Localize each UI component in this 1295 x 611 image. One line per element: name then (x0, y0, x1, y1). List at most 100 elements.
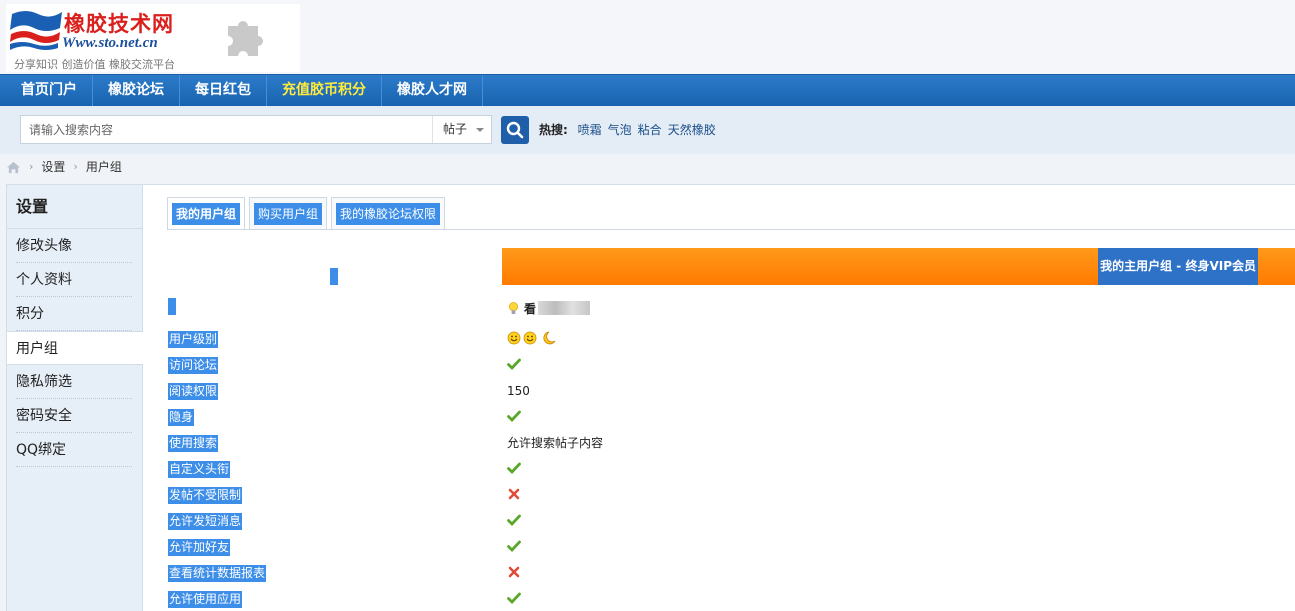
tab[interactable]: 购买用户组 (249, 197, 328, 229)
tab[interactable]: 我的用户组 (167, 197, 246, 229)
permission-value: 150 (507, 384, 530, 398)
breadcrumb: › 设置 › 用户组 (6, 156, 122, 178)
main-nav: 首页门户 橡胶论坛 每日红包 充值胶币积分 橡胶人才网 (0, 74, 1295, 106)
main-content: 我的用户组 购买用户组 我的橡胶论坛权限 我的主用户组 - 终身VIP会员 看 用户… (143, 184, 1295, 611)
nav-item[interactable]: 首页门户 (6, 75, 93, 106)
lightbulb-icon (509, 301, 518, 314)
hot-search-term[interactable]: 气泡 (608, 123, 632, 137)
check-icon (507, 462, 521, 475)
permission-label: 允许发短消息 (168, 513, 243, 530)
permission-row: 允许加好友 (167, 535, 1167, 561)
puzzle-icon (228, 21, 263, 56)
tab-label: 我的用户组 (172, 203, 241, 225)
hot-search-term[interactable]: 喷霜 (578, 123, 602, 137)
sidebar-item[interactable]: 修改头像 (7, 229, 142, 263)
permission-row: 隐身 (167, 405, 1167, 431)
chevron-down-icon (476, 128, 484, 132)
settings-sidebar: 设置 修改头像 个人资料 积分 用户组 隐私筛选 密码安全 QQ绑定 (6, 184, 143, 611)
logo-slogan: 分享知识 创造价值 橡胶交流平台 (14, 58, 175, 71)
permission-value (507, 357, 521, 374)
logo-url: Www.sto.net.cn (62, 35, 158, 51)
permission-value: 允许搜索帖子内容 (507, 436, 604, 450)
permission-value (507, 487, 521, 504)
search-type-select[interactable]: 帖子 (432, 116, 492, 143)
permission-label: 允许加好友 (168, 539, 231, 556)
blurred-username (538, 301, 591, 315)
nav-item[interactable]: 充值胶币积分 (267, 75, 382, 106)
permission-row: 允许发短消息 (167, 509, 1167, 535)
permission-value (507, 409, 521, 426)
sidebar-item[interactable]: 积分 (7, 297, 142, 331)
search-bar: 帖子 热搜: 喷霜气泡粘合天然橡胶 (0, 106, 1295, 154)
nav-items: 首页门户 橡胶论坛 每日红包 充值胶币积分 橡胶人才网 (6, 75, 483, 106)
permission-label: 隐身 (168, 409, 195, 426)
hot-search-term[interactable]: 天然橡胶 (668, 123, 716, 137)
user-line: 看 (508, 299, 591, 317)
permission-value (507, 565, 521, 582)
selection-marker (168, 298, 176, 315)
check-icon (507, 540, 521, 553)
check-icon (507, 592, 521, 605)
permission-label: 访问论坛 (168, 357, 219, 374)
permission-label: 查看统计数据报表 (168, 565, 267, 582)
group-title: 我的主用户组 - 终身VIP会员 (1098, 248, 1258, 285)
breadcrumb-usergroup: 用户组 (85, 160, 122, 174)
home-icon[interactable] (6, 161, 21, 174)
check-icon (507, 358, 521, 371)
check-icon (507, 514, 521, 527)
permission-label: 用户级别 (168, 331, 219, 348)
permission-value (507, 331, 557, 348)
nav-item[interactable]: 每日红包 (180, 75, 267, 106)
permission-label: 允许使用应用 (168, 591, 243, 608)
nav-item[interactable]: 橡胶人才网 (382, 75, 483, 106)
cross-icon (508, 488, 520, 500)
permission-row: 查看统计数据报表 (167, 561, 1167, 587)
permission-row: 允许使用应用 (167, 587, 1167, 611)
search-type-label: 帖子 (443, 122, 468, 136)
sidebar-items: 修改头像 个人资料 积分 用户组 隐私筛选 密码安全 QQ绑定 (7, 229, 143, 467)
sidebar-item[interactable]: 隐私筛选 (7, 365, 142, 399)
breadcrumb-separator: › (73, 160, 78, 173)
search-box: 帖子 (20, 115, 492, 144)
permission-value (507, 539, 521, 556)
permission-row: 阅读权限 150 (167, 379, 1167, 405)
sidebar-item[interactable]: 个人资料 (7, 263, 142, 297)
permission-label: 使用搜索 (168, 435, 219, 452)
username-initial: 看 (524, 301, 537, 316)
search-input[interactable] (21, 116, 432, 143)
sidebar-item[interactable]: QQ绑定 (7, 433, 142, 467)
breadcrumb-separator: › (29, 160, 34, 173)
permission-value (507, 513, 521, 530)
permission-row: 自定义头衔 (167, 457, 1167, 483)
breadcrumb-settings[interactable]: 设置 (41, 156, 65, 178)
search-icon (506, 121, 524, 139)
sidebar-item[interactable]: 用户组 (7, 331, 143, 365)
check-icon (507, 410, 521, 423)
hot-search-term[interactable]: 粘合 (638, 123, 662, 137)
level-icons (507, 331, 556, 345)
tab-label: 我的橡胶论坛权限 (336, 203, 441, 225)
cross-icon (508, 566, 520, 578)
permission-value (507, 591, 521, 608)
permission-label: 自定义头衔 (168, 461, 231, 478)
nav-item[interactable]: 橡胶论坛 (93, 75, 180, 106)
permission-row: 使用搜索 允许搜索帖子内容 (167, 431, 1167, 457)
tabs: 我的用户组 购买用户组 我的橡胶论坛权限 (167, 197, 449, 229)
selection-marker (330, 268, 338, 285)
hot-search-label: 热搜: (539, 123, 568, 137)
permission-row: 访问论坛 (167, 353, 1167, 379)
permission-label: 发帖不受限制 (168, 487, 243, 504)
logo-chinese-name: 橡胶技术网 (64, 11, 174, 36)
flag-logo-icon (10, 11, 62, 50)
tab-divider (167, 229, 1295, 230)
permission-row: 发帖不受限制 (167, 483, 1167, 509)
tab[interactable]: 我的橡胶论坛权限 (331, 197, 446, 229)
permission-row: 用户级别 (167, 327, 1167, 353)
sidebar-item[interactable]: 密码安全 (7, 399, 142, 433)
group-header-bar: 我的主用户组 - 终身VIP会员 (502, 248, 1295, 285)
permission-label: 阅读权限 (168, 383, 219, 400)
search-button[interactable] (501, 116, 529, 144)
tab-label: 购买用户组 (254, 203, 323, 225)
hot-search: 热搜: 喷霜 气泡 粘合 天然橡胶 (539, 121, 722, 138)
site-header: 橡胶技术网 Www.sto.net.cn 分享知识 创造价值 橡胶交流平台 (0, 0, 1295, 74)
